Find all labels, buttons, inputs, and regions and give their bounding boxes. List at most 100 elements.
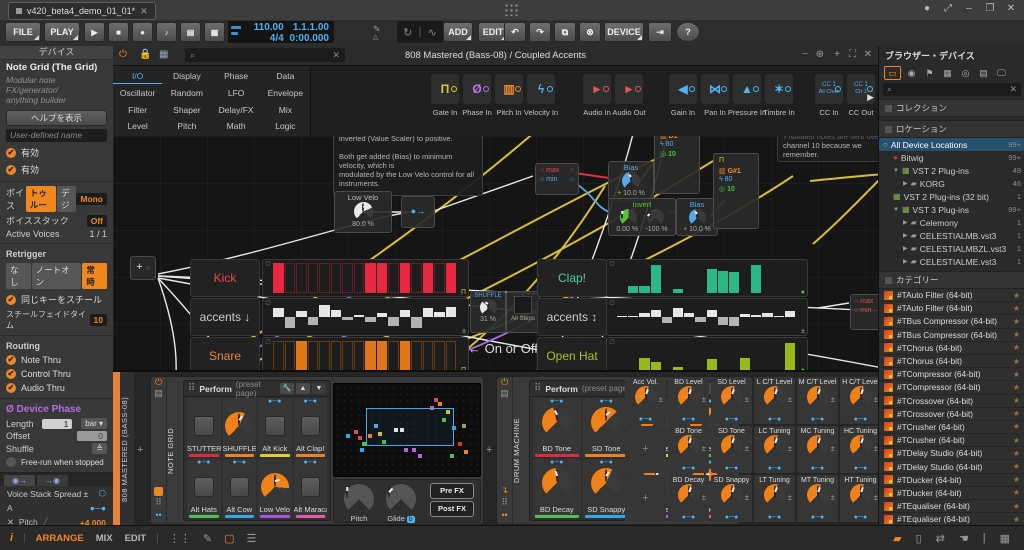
category-pitch[interactable]: Pitch bbox=[162, 119, 211, 133]
step[interactable] bbox=[617, 341, 627, 370]
step[interactable] bbox=[650, 302, 661, 332]
stepper[interactable]: ± bbox=[745, 395, 749, 404]
step[interactable] bbox=[330, 341, 341, 370]
category-random[interactable]: Random bbox=[162, 86, 211, 100]
merge-module[interactable]: ●→ bbox=[401, 196, 435, 228]
palette-module-pan-in[interactable]: ⋈ bbox=[701, 74, 729, 104]
step[interactable] bbox=[628, 341, 638, 370]
instruments-filter-icon[interactable]: ▦ bbox=[940, 67, 955, 79]
search-clear-icon[interactable]: ✕ bbox=[1009, 83, 1017, 96]
fullscreen-icon[interactable]: ⤢ bbox=[939, 3, 957, 14]
favorite-star-icon[interactable]: ★ bbox=[1013, 449, 1020, 458]
mapping-knob-mttuning[interactable]: MT Tuning ± ●─● bbox=[797, 475, 838, 522]
plugin-row[interactable]: #TEqualiser (64-bit) ★ bbox=[879, 500, 1024, 514]
remote-cell-sdtone[interactable]: ●─● SD Tone bbox=[582, 398, 630, 457]
step[interactable] bbox=[399, 302, 410, 332]
minimize-icon[interactable]: – bbox=[960, 3, 978, 14]
modulator-source-row[interactable]: A ●─● bbox=[0, 501, 113, 515]
remote-button[interactable] bbox=[265, 416, 285, 436]
stepper[interactable]: ± bbox=[788, 493, 792, 502]
post-fx-button[interactable]: Post FX bbox=[430, 501, 474, 517]
modulators-icon[interactable]: •• bbox=[151, 510, 166, 520]
remote-page-title[interactable]: Perform bbox=[199, 384, 232, 394]
seq-row-label-kick[interactable]: Kick bbox=[190, 259, 260, 297]
freerun-checkbox[interactable]: ● Free-run when stopped bbox=[0, 455, 113, 469]
page-up-button[interactable]: ▲ bbox=[296, 383, 310, 394]
mapping-icon[interactable]: ⠿ bbox=[151, 497, 166, 508]
undo-button[interactable]: ↶ bbox=[504, 22, 526, 42]
step[interactable] bbox=[376, 341, 387, 370]
step[interactable] bbox=[728, 302, 740, 332]
palette-scroll-right-icon[interactable]: ▶ bbox=[867, 92, 874, 103]
step[interactable] bbox=[784, 302, 795, 332]
layer-enabled-checkbox[interactable]: ✔ 有効 bbox=[0, 161, 113, 178]
route-audio-thru-checkbox[interactable]: ✔ Audio Thru bbox=[0, 381, 113, 395]
location-celestialme-vst3[interactable]: ▶ ▰ CELESTIALME.vst3 1 bbox=[879, 255, 1024, 268]
close-icon[interactable]: ✕ bbox=[1002, 3, 1020, 14]
step[interactable] bbox=[762, 341, 772, 370]
route-control-thru-checkbox[interactable]: ✔ Control Thru bbox=[0, 367, 113, 381]
step[interactable] bbox=[684, 263, 694, 293]
comment-box[interactable]: inverted (Value Scaler) to positive. Bot… bbox=[333, 136, 483, 196]
step[interactable] bbox=[273, 263, 284, 293]
step[interactable] bbox=[411, 263, 422, 293]
favorite-star-icon[interactable]: ★ bbox=[1013, 317, 1020, 326]
view-tab-mix[interactable]: MIX bbox=[96, 533, 113, 544]
device-power-icon[interactable]: ⏻ bbox=[497, 377, 512, 388]
step[interactable] bbox=[376, 302, 387, 332]
step[interactable] bbox=[718, 341, 728, 370]
expand-arrow-icon[interactable]: ▼ bbox=[893, 168, 899, 174]
remote-cell-althats[interactable]: ●─● Alt Hats bbox=[187, 459, 221, 518]
device-name-input[interactable]: User-defined name bbox=[6, 129, 107, 142]
step[interactable] bbox=[650, 341, 661, 370]
mapping-empty-cell[interactable]: + bbox=[625, 426, 666, 473]
play-menu-button[interactable]: PLAY bbox=[44, 22, 80, 42]
expand-arrow-icon[interactable]: ▶ bbox=[903, 180, 908, 187]
note-out-module[interactable]: Π ▥ G#1 ϟ 80 ◎ 10 bbox=[713, 153, 759, 229]
step[interactable] bbox=[639, 302, 650, 332]
step[interactable] bbox=[628, 302, 639, 332]
device-power-icon[interactable]: ⏻ bbox=[151, 377, 166, 388]
step[interactable] bbox=[422, 302, 433, 332]
step[interactable] bbox=[706, 341, 717, 370]
palette-module-pressure-in[interactable]: ▲ bbox=[733, 74, 761, 104]
voice-stack-value[interactable]: Off bbox=[86, 214, 107, 227]
modulator-tabs[interactable]: ◉→ →◉ bbox=[0, 473, 113, 486]
step[interactable] bbox=[762, 302, 773, 332]
stepper[interactable]: ± bbox=[788, 444, 792, 453]
step[interactable] bbox=[661, 302, 672, 332]
samples-filter-icon[interactable]: ◎ bbox=[958, 67, 973, 79]
category-io[interactable]: I/O bbox=[113, 69, 163, 84]
mapping-knob-lctlevel[interactable]: L C/T Level ± ●─● bbox=[754, 377, 795, 424]
track-color-strip[interactable] bbox=[113, 372, 120, 527]
category-lfo[interactable]: LFO bbox=[212, 86, 261, 100]
step[interactable] bbox=[784, 341, 795, 370]
expand-arrow-icon[interactable]: ▶ bbox=[903, 245, 908, 252]
view-tab-arrange[interactable]: ARRANGE bbox=[36, 533, 84, 544]
transport-display[interactable]: 110.00 4/4 1.1.1.00 0:00.000 bbox=[228, 21, 334, 44]
device-name-vertical[interactable]: NOTE GRID bbox=[166, 377, 180, 524]
step[interactable] bbox=[365, 302, 376, 332]
project-tab[interactable]: v420_beta4_demo_01_01* ✕ bbox=[8, 2, 156, 20]
palette-module-phase-in[interactable]: Ø bbox=[463, 74, 491, 104]
step[interactable] bbox=[319, 341, 330, 370]
clips-filter-icon[interactable]: ▤ bbox=[976, 67, 991, 79]
plugin-row[interactable]: #TDucker (64-bit) ★ bbox=[879, 473, 1024, 487]
step[interactable] bbox=[729, 341, 739, 370]
stepper[interactable]: ± bbox=[702, 395, 706, 404]
categories-section-header[interactable]: カテゴリー bbox=[879, 271, 1024, 289]
mono-value[interactable]: Mono bbox=[76, 193, 107, 205]
step[interactable] bbox=[617, 302, 628, 332]
wrench-icon[interactable]: 🔧 bbox=[280, 383, 294, 394]
browser-settings-icon[interactable]: ⇄ bbox=[936, 532, 945, 545]
step[interactable] bbox=[330, 302, 341, 332]
preset-folder-icon[interactable]: ▤ bbox=[151, 388, 166, 399]
remote-cell-lowvelo[interactable]: Low Velo bbox=[258, 459, 292, 518]
category-envelope[interactable]: Envelope bbox=[261, 86, 310, 100]
category-data[interactable]: Data bbox=[261, 69, 310, 84]
step[interactable] bbox=[284, 341, 295, 370]
remote-button[interactable] bbox=[194, 416, 214, 436]
location-celestialmbzl-vst3[interactable]: ▶ ▰ CELESTIALMBZL.vst3 1 bbox=[879, 242, 1024, 255]
seq-row-label-accents[interactable]: accents ↕ bbox=[537, 298, 607, 336]
note-grid-device[interactable]: ⏻ ▤ ⠿ •• NOTE GRID ⠿ Perform (preset pag… bbox=[150, 376, 484, 525]
